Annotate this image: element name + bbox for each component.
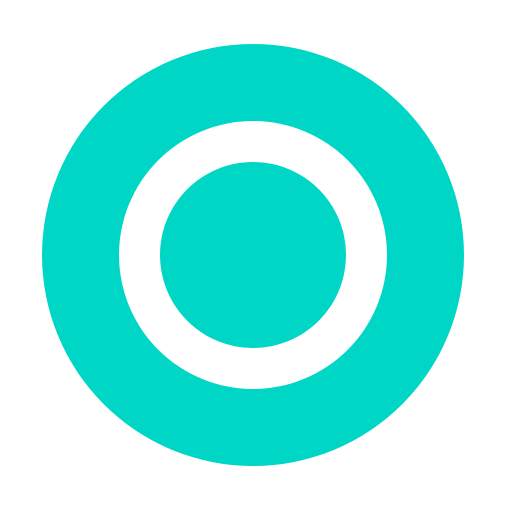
center-dot <box>160 162 346 348</box>
icon-canvas <box>0 0 512 512</box>
circle-ring-dot-icon <box>42 44 464 466</box>
